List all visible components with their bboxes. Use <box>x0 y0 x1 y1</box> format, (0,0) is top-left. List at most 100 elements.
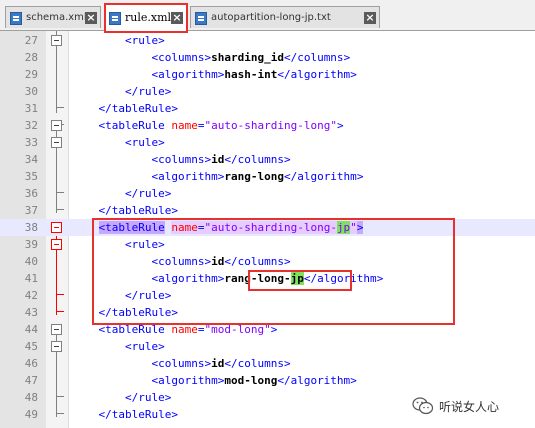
xml-tag: </rule <box>124 391 165 404</box>
xml-tag: </algorithm <box>283 170 357 183</box>
xml-file-icon <box>109 12 121 25</box>
code-text: </tableRule> <box>72 100 178 117</box>
code-line[interactable]: 45 <rule> <box>0 338 535 355</box>
fold-toggle-icon[interactable] <box>51 120 62 131</box>
code-line[interactable]: 28 <columns>sharding_id</columns> <box>0 49 535 66</box>
xml-tag: > <box>350 68 357 81</box>
code-text: <columns>sharding_id</columns> <box>72 49 350 66</box>
xml-tag: </columns <box>224 357 284 370</box>
fold-toggle-icon[interactable] <box>51 324 62 335</box>
xml-tag: </columns <box>283 51 344 64</box>
code-line[interactable]: 43 </tableRule> <box>0 304 535 321</box>
xml-tag: </rule <box>124 187 165 200</box>
xml-tag: > <box>171 204 178 217</box>
xml-tag: > <box>343 51 351 64</box>
code-line[interactable]: 30 </rule> <box>0 83 535 100</box>
word-match: jp <box>336 221 351 234</box>
code-line[interactable]: 33 <rule> <box>0 134 535 151</box>
tab-rule-xml[interactable]: rule.xml × <box>104 4 187 31</box>
code-line[interactable]: 44 <tableRule name="mod-long"> <box>0 321 535 338</box>
code-line[interactable]: 35 <algorithm>rang-long</algorithm> <box>0 168 535 185</box>
line-number: 49 <box>24 408 38 421</box>
xml-attribute-value: "auto-sharding-long" <box>204 119 337 132</box>
xml-tag: > <box>158 136 165 149</box>
tab-autopartition-long-jp[interactable]: autopartition-long-jp.txt × <box>190 6 380 28</box>
code-line[interactable]: 47 <algorithm>mod-long</algorithm> <box>0 372 535 389</box>
code-line[interactable]: 34 <columns>id</columns> <box>0 151 535 168</box>
element-text: hash-int <box>224 68 278 81</box>
tab-label: rule.xml <box>125 11 172 24</box>
code-text: <rule> <box>72 134 165 151</box>
fold-toggle-icon[interactable] <box>51 222 62 233</box>
close-icon[interactable]: × <box>85 12 97 24</box>
code-text: <columns>id</columns> <box>72 253 290 270</box>
xml-tag: </algorithm <box>303 272 377 285</box>
code-editor[interactable]: 27 <rule> 28 <columns>sharding_id</column… <box>0 31 535 428</box>
line-number: 41 <box>24 272 38 285</box>
code-text: <algorithm>rang-long-jp</algorithm> <box>72 270 383 287</box>
element-text: id <box>211 153 225 166</box>
element-text: sharding_id <box>211 51 284 64</box>
xml-tag: > <box>164 187 172 200</box>
fold-toggle-icon[interactable] <box>51 35 62 46</box>
xml-attribute: name <box>171 323 198 336</box>
xml-tag: <rule <box>124 238 159 251</box>
xml-tag: <algorithm <box>151 374 218 387</box>
close-icon[interactable]: × <box>364 12 376 24</box>
line-number: 43 <box>24 306 38 319</box>
xml-tag: > <box>164 85 172 98</box>
code-text: <columns>id</columns> <box>72 151 290 168</box>
tab-label: schema.xml <box>26 12 87 23</box>
xml-attribute: name <box>171 221 198 234</box>
code-line[interactable]: 41 <algorithm>rang-long-jp</algorithm> <box>0 270 535 287</box>
code-line[interactable]: 37 </tableRule> <box>0 202 535 219</box>
code-line[interactable]: 38 <tableRule name="auto-sharding-long-j… <box>0 219 535 236</box>
line-number: 28 <box>24 51 38 64</box>
code-line[interactable]: 32 <tableRule name="auto-sharding-long"> <box>0 117 535 134</box>
line-number: 40 <box>24 255 38 268</box>
xml-tag: </algorithm <box>277 374 351 387</box>
code-line[interactable]: 40 <columns>id</columns> <box>0 253 535 270</box>
watermark-text: 听说女人心 <box>439 399 500 414</box>
xml-tag: <algorithm <box>151 170 218 183</box>
xml-tag: </tableRule <box>98 408 172 421</box>
fold-toggle-icon[interactable] <box>51 341 62 352</box>
xml-tag: > <box>270 323 278 336</box>
element-text: id <box>211 255 225 268</box>
code-line[interactable]: 36 </rule> <box>0 185 535 202</box>
tab-schema-xml[interactable]: schema.xml × <box>5 6 101 28</box>
code-text: </rule> <box>72 287 171 304</box>
element-text: rang-long- <box>224 272 291 285</box>
fold-toggle-icon[interactable] <box>51 239 62 250</box>
code-line[interactable]: 31 </tableRule> <box>0 100 535 117</box>
code-line[interactable]: 39 <rule> <box>0 236 535 253</box>
code-text: <rule> <box>72 338 165 355</box>
code-line[interactable]: 27 <rule> <box>0 32 535 49</box>
xml-tag: <algorithm <box>151 68 218 81</box>
code-line[interactable]: 29 <algorithm>hash-int</algorithm> <box>0 66 535 83</box>
code-line[interactable]: 42 </rule> <box>0 287 535 304</box>
xml-tag: </tableRule <box>98 204 172 217</box>
line-number: 46 <box>24 357 38 370</box>
line-number: 33 <box>24 136 38 149</box>
line-number: 30 <box>24 85 38 98</box>
fold-toggle-icon[interactable] <box>51 137 62 148</box>
code-line[interactable]: 46 <columns>id</columns> <box>0 355 535 372</box>
close-icon[interactable]: × <box>171 12 183 24</box>
code-text: <algorithm>mod-long</algorithm> <box>72 372 356 389</box>
line-number: 31 <box>24 102 38 115</box>
xml-tag: <columns <box>151 255 205 268</box>
line-number: 37 <box>24 204 38 217</box>
line-number: 45 <box>24 340 38 353</box>
code-text: </tableRule> <box>72 304 178 321</box>
